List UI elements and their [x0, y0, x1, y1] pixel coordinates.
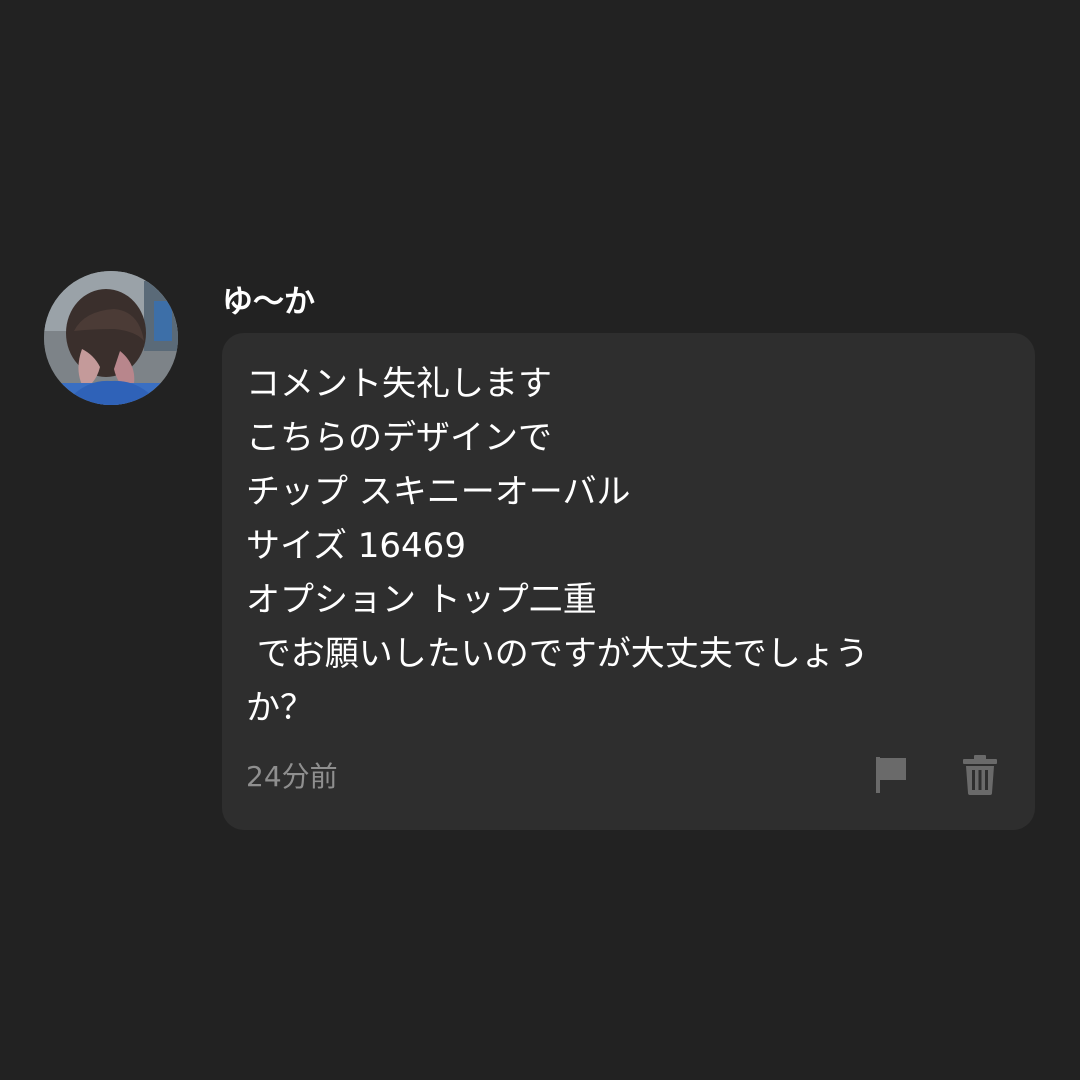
- message-line: でお願いしたいのですが大丈夫でしょう: [246, 634, 869, 674]
- delete-button[interactable]: [960, 753, 1000, 797]
- message-line: サイズ 16469: [246, 526, 466, 566]
- avatar-photo: [44, 271, 178, 405]
- comment-timestamp: 24分前: [246, 760, 338, 793]
- trash-icon: [963, 755, 997, 795]
- comment-author[interactable]: ゆ〜か: [222, 276, 315, 321]
- comment-bubble: コメント失礼します こちらのデザインで チップ スキニーオーバル サイズ 164…: [222, 333, 1035, 830]
- comment-message: コメント失礼します こちらのデザインで チップ スキニーオーバル サイズ 164…: [246, 357, 1006, 735]
- message-line: か？: [246, 688, 314, 728]
- message-line: こちらのデザインで: [246, 418, 552, 458]
- comment-screen: ゆ〜か コメント失礼します こちらのデザインで チップ スキニーオーバル サイズ…: [0, 0, 1080, 1080]
- message-line: オプション トップ二重: [246, 580, 597, 620]
- flag-icon: [876, 757, 906, 793]
- message-line: コメント失礼します: [246, 364, 552, 404]
- message-line: チップ スキニーオーバル: [246, 472, 631, 512]
- avatar[interactable]: [44, 271, 178, 405]
- report-button[interactable]: [872, 753, 912, 797]
